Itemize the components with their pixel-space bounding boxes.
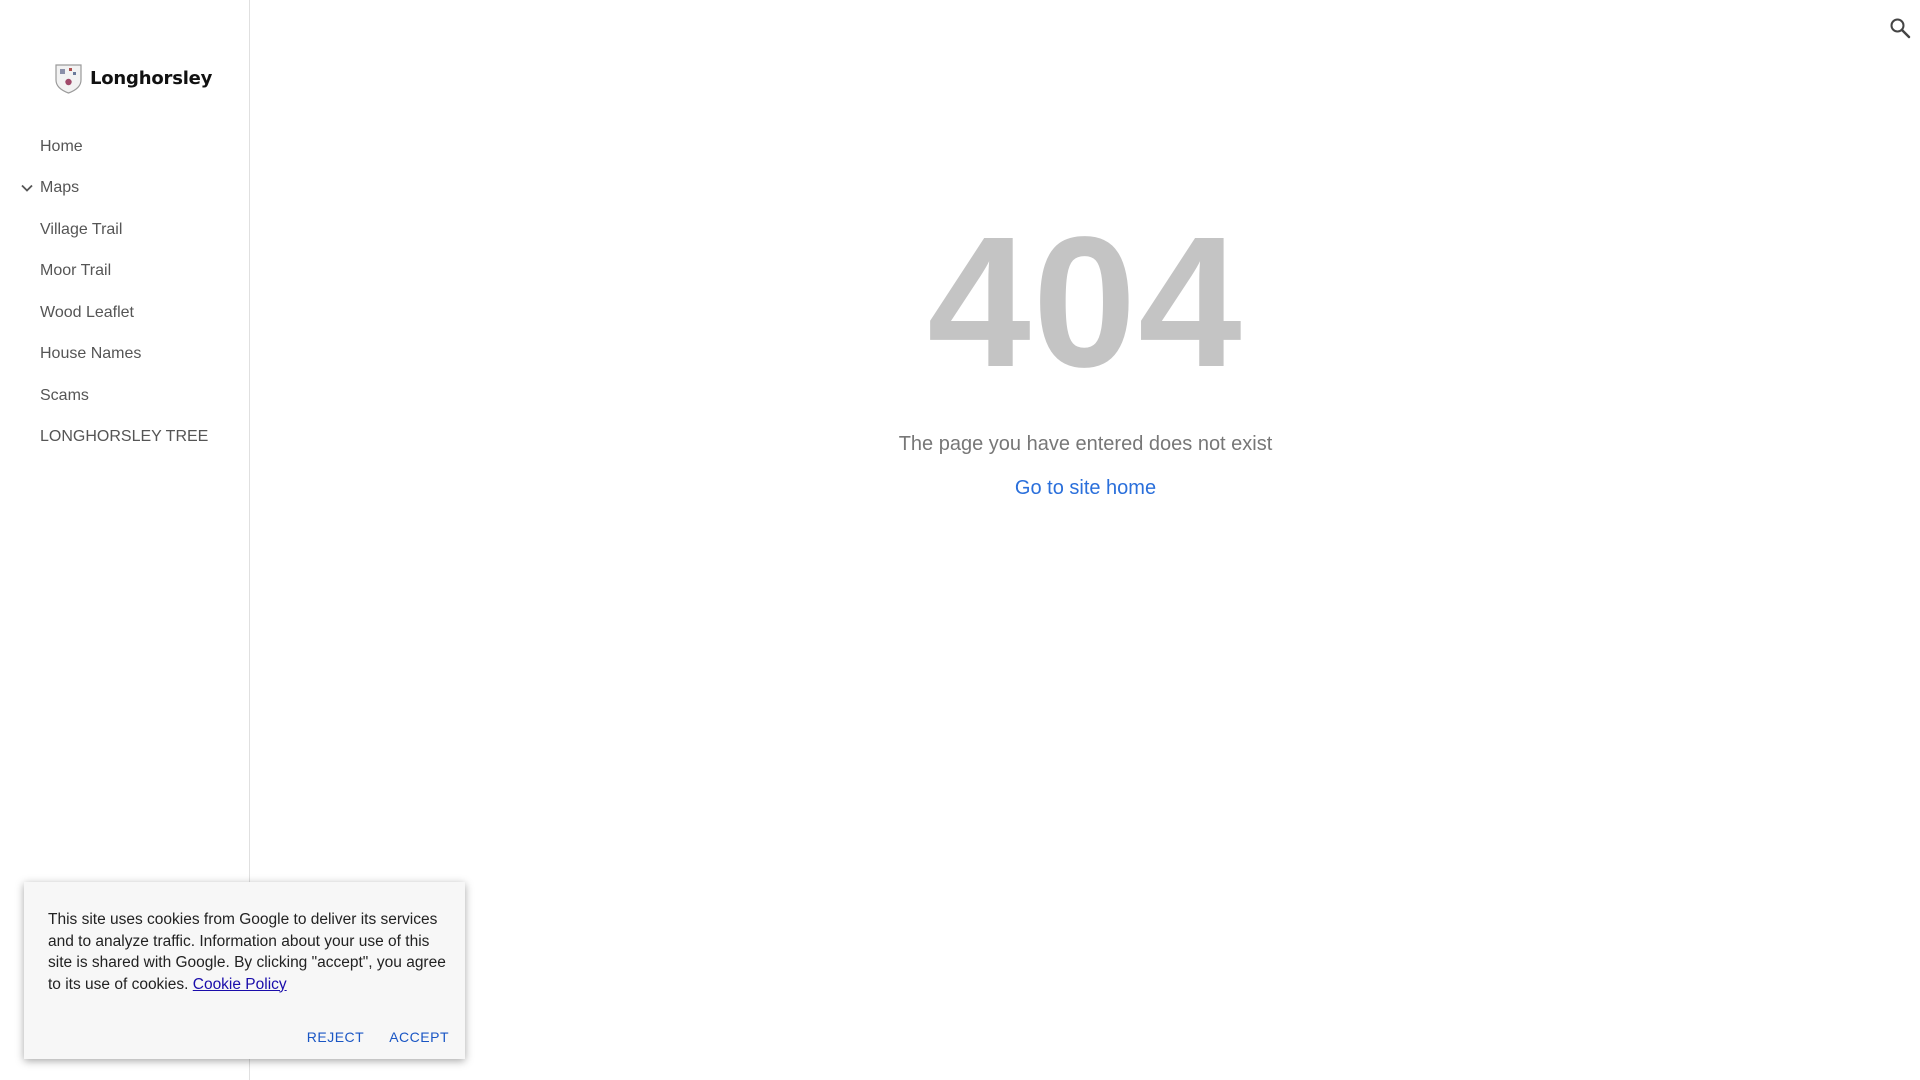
sidebar-item-house-names[interactable]: House Names	[0, 334, 250, 376]
error-message: The page you have entered does not exist	[898, 433, 1273, 455]
sidebar-item-label: Home	[40, 137, 83, 155]
cookie-policy-link[interactable]: Cookie Policy	[193, 976, 287, 993]
sidebar-item-label: LONGHORSLEY TREE	[40, 428, 209, 446]
sidebar-item-label: Scams	[40, 386, 89, 404]
sidebar-item-label: Wood Leaflet	[40, 303, 134, 321]
go-to-site-home-link[interactable]: Go to site home	[1015, 477, 1156, 499]
cookie-banner: This site uses cookies from Google to de…	[24, 882, 465, 1059]
sidebar-item-label: Maps	[40, 179, 80, 197]
cookie-actions: REJECT ACCEPT	[307, 1029, 449, 1045]
sidebar-item-label: Village Trail	[40, 220, 123, 238]
sidebar-item-wood-leaflet[interactable]: Wood Leaflet	[0, 292, 250, 334]
home-link-container: Go to site home	[251, 477, 1920, 500]
sidebar-item-scams[interactable]: Scams	[0, 375, 250, 417]
sidebar-item-label: House Names	[40, 345, 142, 363]
accept-button[interactable]: ACCEPT	[389, 1029, 449, 1045]
site-title: Longhorsley	[90, 68, 213, 89]
sidebar-item-village-trail[interactable]: Village Trail	[0, 209, 250, 251]
chevron-down-icon[interactable]	[19, 180, 35, 196]
site-logo[interactable]: Longhorsley	[54, 63, 212, 94]
main-content: 404 The page you have entered does not e…	[251, 0, 1920, 1080]
cookie-notice: This site uses cookies from Google to de…	[48, 909, 448, 995]
sidebar-item-label: Moor Trail	[40, 262, 112, 280]
crest-icon	[55, 64, 82, 94]
sidebar-item-moor-trail[interactable]: Moor Trail	[0, 251, 250, 293]
error-code: 404	[927, 199, 1244, 406]
sidebar-nav: Home Maps Village Trail Moor Trail Wood …	[0, 126, 250, 458]
sidebar-item-home[interactable]: Home	[0, 126, 250, 168]
sidebar-item-maps[interactable]: Maps	[0, 168, 250, 210]
sidebar-item-longhorsley-tree[interactable]: LONGHORSLEY TREE	[0, 417, 250, 459]
reject-button[interactable]: REJECT	[307, 1029, 364, 1045]
